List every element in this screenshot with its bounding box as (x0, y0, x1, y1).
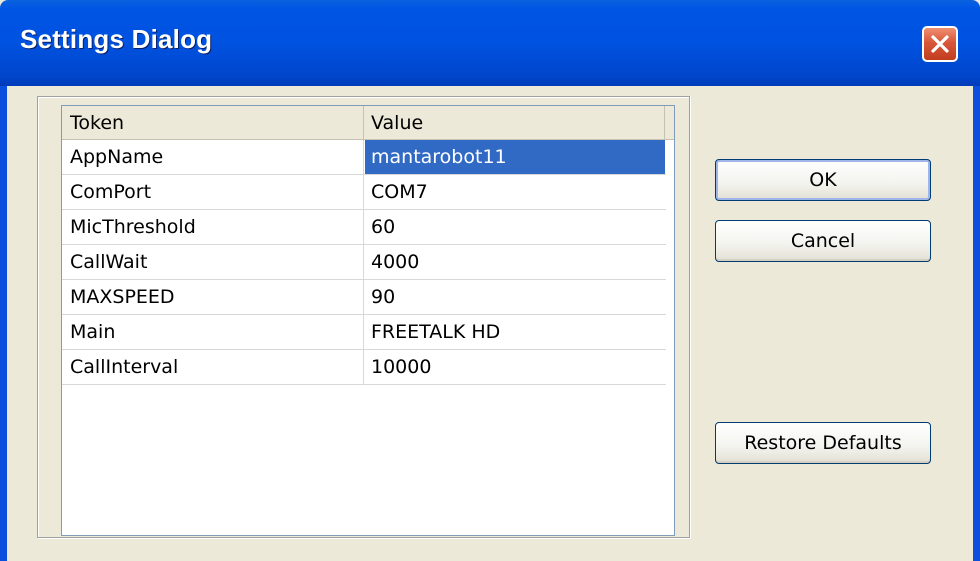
value-cell[interactable]: 60 (365, 210, 665, 244)
grid-header: Token Value (62, 106, 674, 140)
value-cell-selected[interactable]: mantarobot11 (365, 140, 665, 174)
window-title: Settings Dialog (20, 24, 213, 54)
table-row[interactable]: CallInterval 10000 (62, 350, 666, 385)
restore-defaults-button[interactable]: Restore Defaults (715, 422, 931, 464)
table-row[interactable]: MAXSPEED 90 (62, 280, 666, 315)
value-cell[interactable]: 4000 (365, 245, 665, 279)
settings-grid[interactable]: Token Value AppName mantarobot11 ComPort… (61, 105, 675, 536)
table-row[interactable]: MicThreshold 60 (62, 210, 666, 245)
window-frame-right (973, 86, 980, 561)
table-row[interactable]: CallWait 4000 (62, 245, 666, 280)
token-cell[interactable]: MAXSPEED (62, 280, 364, 314)
token-cell[interactable]: MicThreshold (62, 210, 364, 244)
table-row[interactable]: ComPort COM7 (62, 175, 666, 210)
close-icon (931, 35, 949, 53)
column-header-value[interactable]: Value (365, 106, 665, 139)
token-cell[interactable]: CallWait (62, 245, 364, 279)
token-cell[interactable]: Main (62, 315, 364, 349)
window-frame-left (0, 86, 7, 561)
table-row[interactable]: Main FREETALK HD (62, 315, 666, 350)
close-button[interactable] (922, 26, 958, 62)
cancel-button[interactable]: Cancel (715, 220, 931, 262)
value-cell[interactable]: 90 (365, 280, 665, 314)
column-header-token[interactable]: Token (62, 106, 364, 139)
title-bar[interactable]: Settings Dialog (0, 0, 980, 86)
grid-rows: AppName mantarobot11 ComPort COM7 MicThr… (62, 140, 666, 385)
ok-button[interactable]: OK (715, 159, 931, 201)
value-cell[interactable]: FREETALK HD (365, 315, 665, 349)
token-cell[interactable]: CallInterval (62, 350, 364, 384)
token-cell[interactable]: AppName (62, 140, 364, 174)
table-row[interactable]: AppName mantarobot11 (62, 140, 666, 175)
token-cell[interactable]: ComPort (62, 175, 364, 209)
dialog-client-area: Token Value AppName mantarobot11 ComPort… (7, 86, 973, 561)
value-cell[interactable]: 10000 (365, 350, 665, 384)
settings-dialog: Settings Dialog Token Value AppName mant… (0, 0, 980, 561)
value-cell[interactable]: COM7 (365, 175, 665, 209)
